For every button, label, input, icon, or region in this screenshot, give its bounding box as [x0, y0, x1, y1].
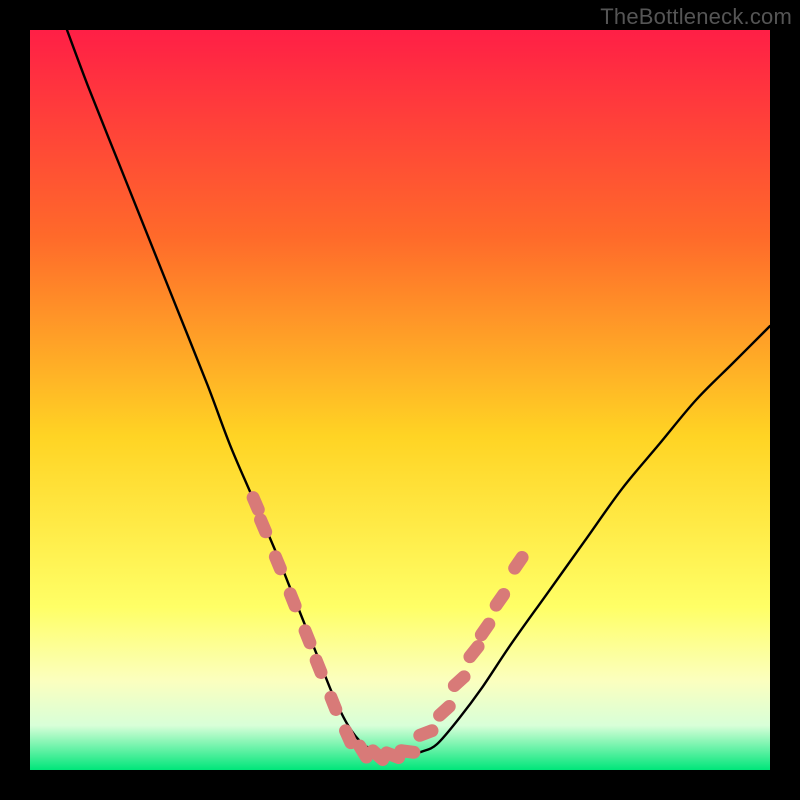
chart-frame: TheBottleneck.com — [0, 0, 800, 800]
chart-svg — [30, 30, 770, 770]
watermark-text: TheBottleneck.com — [600, 4, 792, 30]
plot-area — [30, 30, 770, 770]
gradient-background — [30, 30, 770, 770]
